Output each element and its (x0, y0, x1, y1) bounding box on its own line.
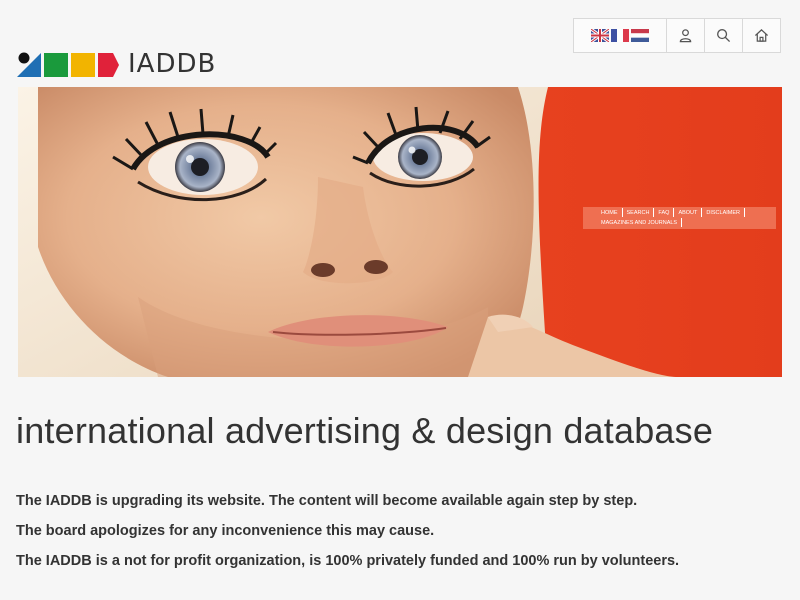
hero-banner: Home Search FAQ About Disclaimer Magazin… (18, 87, 782, 377)
flag-fr-icon[interactable] (611, 29, 629, 42)
search-button[interactable] (705, 19, 743, 52)
page: IADDB HOME SEARCH FAQ ABOUT DISCLAIMER M… (0, 0, 800, 600)
notice-paragraph: The board apologizes for any inconvenien… (16, 523, 435, 539)
account-button[interactable] (667, 19, 705, 52)
page-title: international advertising & design datab… (16, 410, 714, 451)
logo-mark-icon (17, 51, 119, 77)
site-logo[interactable]: IADDB (17, 50, 216, 78)
home-button[interactable] (743, 19, 780, 52)
notice-paragraph: The IADDB is upgrading its website. The … (16, 493, 638, 509)
flag-uk-icon[interactable] (591, 29, 609, 42)
nav-home[interactable]: Home (601, 208, 623, 217)
logo-text: IADDB (128, 49, 217, 79)
hero-navigation: Home Search FAQ About Disclaimer Magazin… (583, 207, 776, 229)
nav-search[interactable]: Search (627, 208, 655, 217)
language-selector (574, 19, 667, 52)
nav-disclaimer[interactable]: Disclaimer (706, 208, 746, 217)
nav-faq[interactable]: FAQ (658, 208, 675, 217)
flag-nl-icon[interactable] (631, 29, 649, 42)
home-icon (754, 29, 769, 42)
user-icon (679, 29, 692, 43)
notice-text: The IADDB is upgrading its website. The … (16, 492, 679, 582)
notice-paragraph: The IADDB is a not for profit organizati… (16, 553, 680, 569)
nav-about[interactable]: About (678, 208, 703, 217)
hero-image (18, 87, 782, 377)
top-toolbar (573, 18, 781, 53)
nav-magazines-and-journals[interactable]: Magazines and journals (601, 218, 683, 227)
search-icon (717, 29, 731, 43)
